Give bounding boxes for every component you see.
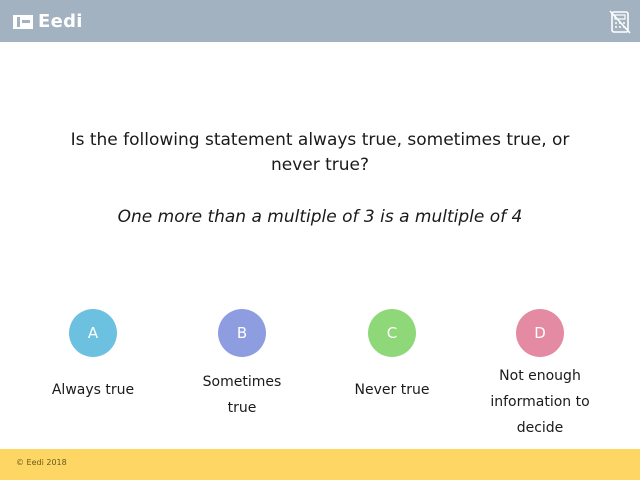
answer-option-a[interactable]: A Always true xyxy=(28,309,158,403)
answer-d-label: Not enough information to decide xyxy=(490,368,590,436)
eedi-logo: Eedi xyxy=(13,11,83,32)
footer-bar: © Eedi 2018 xyxy=(0,449,640,480)
eedi-logo-icon xyxy=(13,14,33,29)
top-bar: Eedi xyxy=(0,0,640,42)
answer-c-badge[interactable]: C xyxy=(368,309,416,357)
answer-b-badge[interactable]: B xyxy=(218,309,266,357)
answer-d-badge[interactable]: D xyxy=(516,309,564,357)
answer-option-d[interactable]: D Not enough information to decide xyxy=(475,309,605,441)
answer-option-c[interactable]: C Never true xyxy=(327,309,457,403)
answer-c-label: Never true xyxy=(354,382,430,398)
question-statement: One more than a multiple of 3 is a multi… xyxy=(117,207,523,227)
answer-a-badge[interactable]: A xyxy=(69,309,117,357)
answer-option-b[interactable]: B Sometimes true xyxy=(177,309,307,421)
question-screen: Eedi Is the following statement always t… xyxy=(0,0,640,480)
copyright-text: © Eedi 2018 xyxy=(16,458,67,467)
question-prompt: Is the following statement always true, … xyxy=(70,130,570,175)
answer-b-label: Sometimes true xyxy=(202,374,282,416)
calculator-disabled-icon[interactable] xyxy=(609,10,631,34)
answer-a-label: Always true xyxy=(51,382,135,398)
logo-text: Eedi xyxy=(38,11,83,32)
